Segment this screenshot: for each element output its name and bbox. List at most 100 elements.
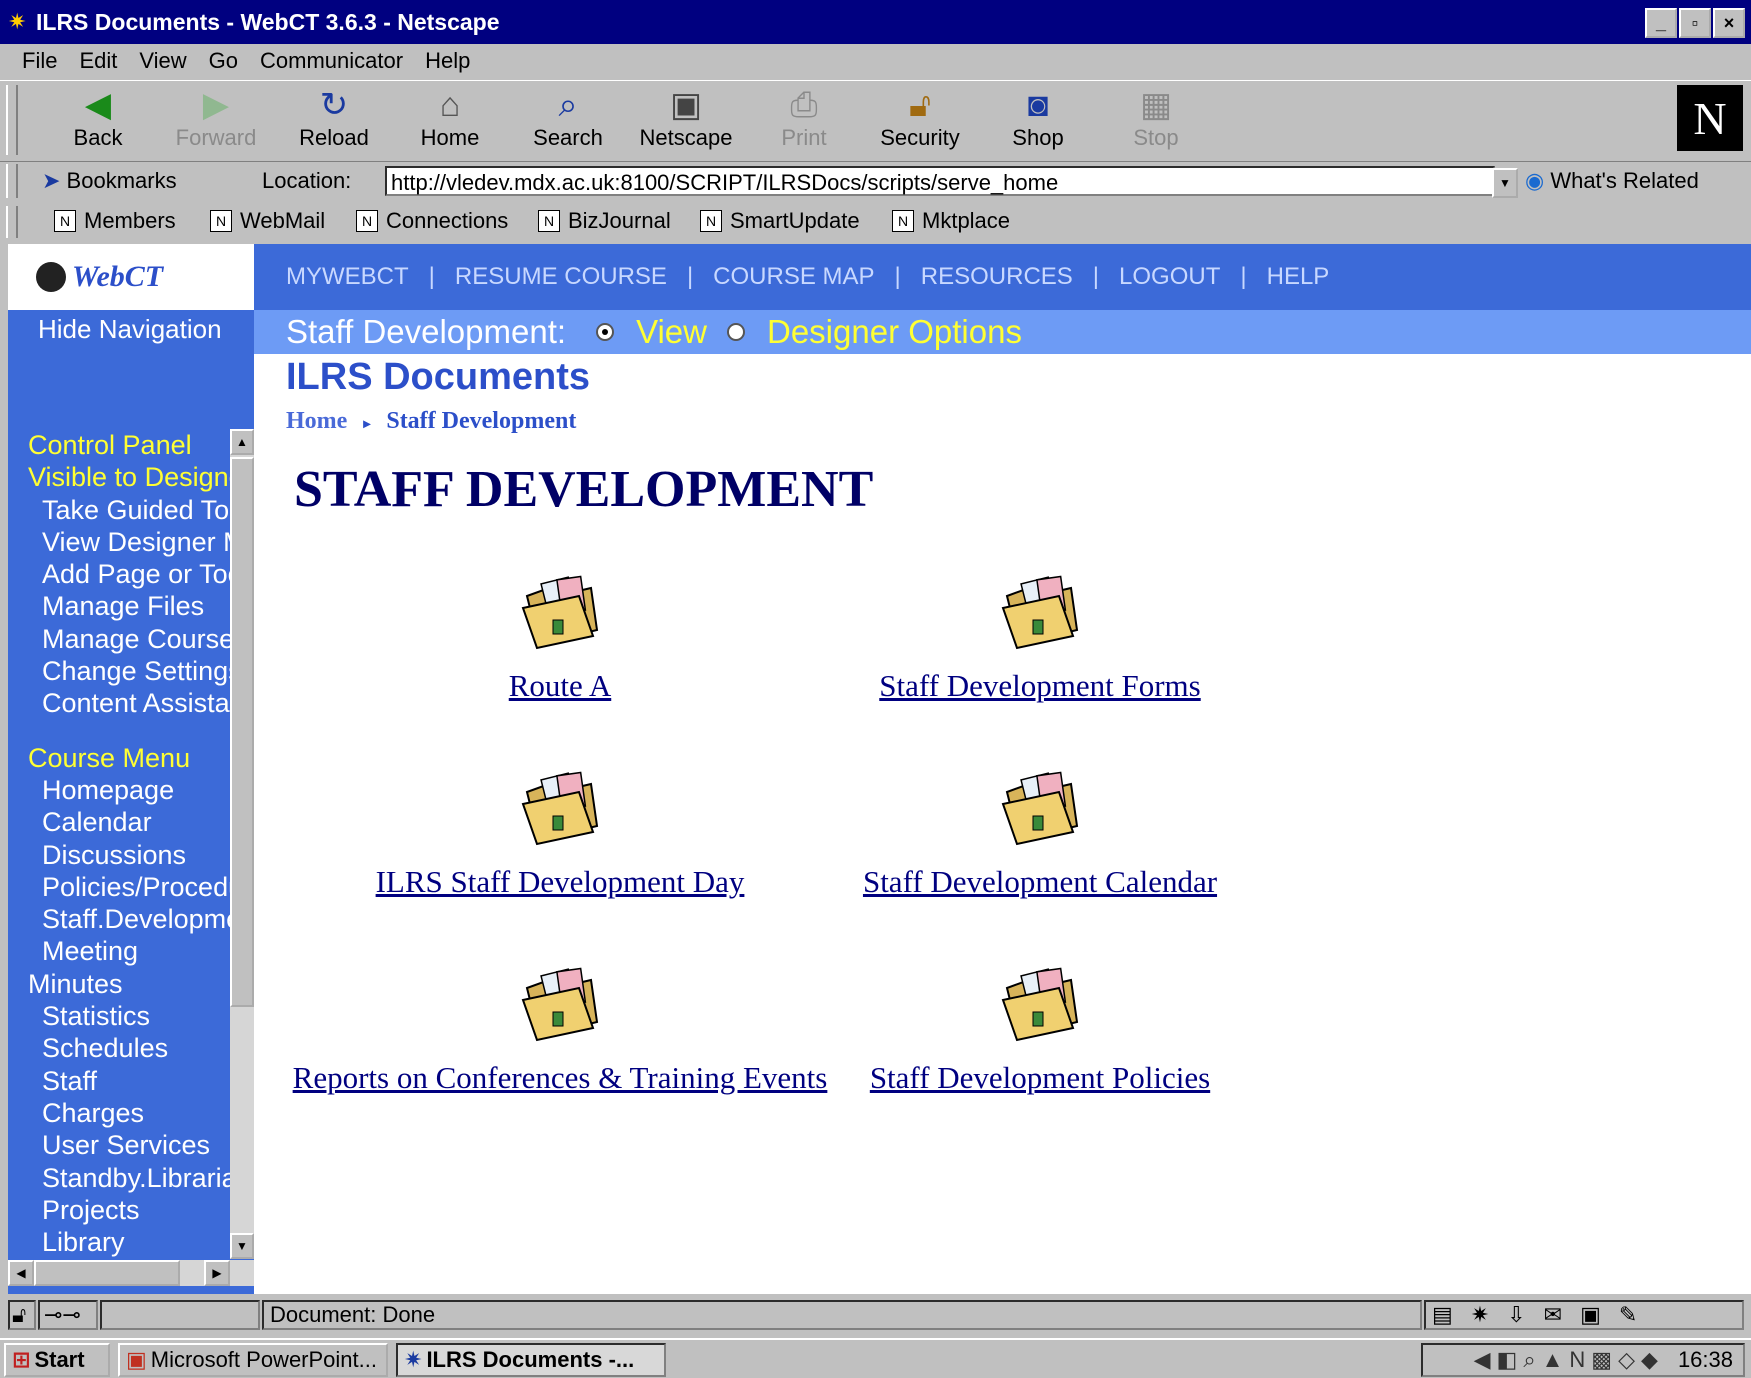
menu-go[interactable]: Go bbox=[209, 48, 238, 74]
folder-icon[interactable] bbox=[519, 574, 601, 650]
bookmark-connections[interactable]: N Connections bbox=[356, 208, 508, 234]
view-radio[interactable] bbox=[596, 323, 615, 341]
menu-view[interactable]: View bbox=[139, 48, 186, 74]
nav-manage-course[interactable]: Manage Course bbox=[8, 623, 230, 655]
search-button[interactable]: ⌕ Search bbox=[518, 85, 618, 151]
nav-discussions[interactable]: Discussions bbox=[8, 839, 230, 871]
nav-staff[interactable]: Staff bbox=[8, 1065, 230, 1097]
scroll-up-arrow-icon[interactable]: ▲ bbox=[230, 429, 254, 455]
taskbar-powerpoint[interactable]: ▣ Microsoft PowerPoint... bbox=[118, 1343, 388, 1377]
webct-logo[interactable]: WebCT bbox=[8, 244, 254, 310]
bookmark-webmail[interactable]: N WebMail bbox=[210, 208, 325, 234]
nav-calendar[interactable]: Calendar bbox=[8, 806, 230, 838]
nav-view-designer-map[interactable]: View Designer Map bbox=[8, 526, 230, 558]
stop-button[interactable]: ▦ Stop bbox=[1106, 85, 1206, 151]
nav-help[interactable]: HELP bbox=[1267, 263, 1330, 291]
back-button[interactable]: ◀ Back bbox=[48, 85, 148, 151]
scroll-down-arrow-icon[interactable]: ▼ bbox=[230, 1233, 254, 1259]
hide-navigation-link[interactable]: Hide Navigation bbox=[38, 314, 222, 345]
nav-content-assistant[interactable]: Content Assistant bbox=[8, 687, 230, 719]
sidebar-scroll-thumb[interactable] bbox=[230, 457, 254, 1007]
security-button[interactable]: 🔓︎ Security bbox=[870, 85, 970, 151]
folder-icon[interactable] bbox=[519, 966, 601, 1042]
taskbar-ilrs-documents[interactable]: ✷ ILRS Documents -... bbox=[396, 1343, 666, 1377]
folder-icon[interactable] bbox=[519, 770, 601, 846]
menu-file[interactable]: File bbox=[22, 48, 57, 74]
folder-icon[interactable] bbox=[999, 966, 1081, 1042]
menu-help[interactable]: Help bbox=[425, 48, 470, 74]
breadcrumb-home[interactable]: Home bbox=[286, 408, 347, 434]
nav-user-services[interactable]: User Services bbox=[8, 1129, 230, 1161]
nav-projects[interactable]: Projects bbox=[8, 1194, 230, 1226]
print-button[interactable]: ⎙ Print bbox=[754, 85, 854, 151]
nav-schedules[interactable]: Schedules bbox=[8, 1032, 230, 1064]
link-staff-development-forms[interactable]: Staff Development Forms bbox=[879, 668, 1200, 704]
nav-manage-files[interactable]: Manage Files bbox=[8, 590, 230, 622]
nav-resources[interactable]: RESOURCES bbox=[921, 263, 1073, 291]
control-panel-header[interactable]: Control Panel bbox=[8, 429, 230, 461]
nav-charges[interactable]: Charges bbox=[8, 1097, 230, 1129]
maximize-button[interactable]: ▫ bbox=[1679, 8, 1711, 38]
toolbar-grip[interactable] bbox=[6, 85, 18, 155]
bookmarks-button[interactable]: ➤ Bookmarks bbox=[42, 168, 177, 194]
shop-button[interactable]: ◙ Shop bbox=[988, 85, 1088, 151]
nav-minutes[interactable]: Minutes bbox=[8, 968, 230, 1000]
url-field[interactable]: http://vledev.mdx.ac.uk:8100/SCRIPT/ILRS… bbox=[385, 166, 1495, 196]
nav-standby-librarians[interactable]: Standby.Librarians bbox=[8, 1162, 230, 1194]
menu-communicator[interactable]: Communicator bbox=[260, 48, 403, 74]
bookmark-members[interactable]: N Members bbox=[54, 208, 176, 234]
link-staff-development-calendar[interactable]: Staff Development Calendar bbox=[863, 864, 1217, 900]
nav-meeting[interactable]: Meeting bbox=[8, 935, 230, 967]
sidebar-horizontal-scrollbar[interactable]: ◀ ▶ bbox=[8, 1260, 254, 1286]
forward-label: Forward bbox=[175, 125, 257, 150]
url-dropdown-icon[interactable]: ▼ bbox=[1492, 168, 1518, 198]
start-button[interactable]: ⊞ Start bbox=[4, 1343, 110, 1377]
designer-options-label[interactable]: Designer Options bbox=[767, 313, 1022, 351]
nav-staff-development[interactable]: Staff.Development bbox=[8, 903, 230, 935]
forward-button[interactable]: ▶ Forward bbox=[166, 85, 266, 151]
nav-resume-course[interactable]: RESUME COURSE bbox=[455, 263, 667, 291]
bookmark-page-icon: N bbox=[538, 210, 560, 232]
nav-add-page-or-tool[interactable]: Add Page or Tool bbox=[8, 558, 230, 590]
reload-button[interactable]: ↻ Reload bbox=[284, 85, 384, 151]
view-option-label[interactable]: View bbox=[636, 313, 707, 351]
nav-change-settings[interactable]: Change Settings bbox=[8, 655, 230, 687]
nav-course-map[interactable]: COURSE MAP bbox=[713, 263, 874, 291]
scroll-left-arrow-icon[interactable]: ◀ bbox=[8, 1260, 34, 1286]
nav-take-guided-tour[interactable]: Take Guided Tour bbox=[8, 494, 230, 526]
link-ilrs-staff-development-day[interactable]: ILRS Staff Development Day bbox=[376, 864, 745, 900]
home-button[interactable]: ⌂ Home bbox=[400, 85, 500, 151]
menu-edit[interactable]: Edit bbox=[79, 48, 117, 74]
bookmark-bizjournal[interactable]: N BizJournal bbox=[538, 208, 671, 234]
nav-mywebct[interactable]: MYWEBCT bbox=[286, 263, 409, 291]
nav-policies-procedures[interactable]: Policies/Procedures bbox=[8, 871, 230, 903]
nav-logout[interactable]: LOGOUT bbox=[1119, 263, 1220, 291]
folder-icon[interactable] bbox=[999, 770, 1081, 846]
nav-homepage[interactable]: Homepage bbox=[8, 774, 230, 806]
netscape-logo[interactable]: N bbox=[1677, 85, 1743, 151]
security-lock-icon[interactable]: 🔓︎ bbox=[8, 1300, 36, 1330]
whats-related-button[interactable]: ◉ What's Related bbox=[1525, 168, 1699, 194]
sidebar-hscroll-thumb[interactable] bbox=[34, 1260, 180, 1286]
location-grip[interactable] bbox=[6, 164, 18, 198]
link-route-a[interactable]: Route A bbox=[509, 668, 611, 704]
nav-library[interactable]: Library bbox=[8, 1226, 230, 1258]
tray-icons[interactable]: ◀◧⌕▲N▩◇◆ bbox=[1474, 1347, 1664, 1373]
my-netscape-button[interactable]: ▣ Netscape bbox=[636, 85, 736, 151]
nav-separator: | bbox=[428, 263, 435, 290]
home-icon: ⌂ bbox=[439, 86, 461, 124]
component-bar[interactable]: ▤✷⇩✉▣✎ bbox=[1424, 1300, 1744, 1330]
folder-icon[interactable] bbox=[999, 574, 1081, 650]
nav-statistics[interactable]: Statistics bbox=[8, 1000, 230, 1032]
close-button[interactable]: × bbox=[1713, 8, 1745, 38]
bookmark-page-icon: N bbox=[356, 210, 378, 232]
personal-grip[interactable] bbox=[6, 206, 18, 238]
sidebar-vertical-scrollbar[interactable]: ▲ ▼ bbox=[230, 429, 254, 1259]
webct-logo-text: WebCT bbox=[72, 260, 164, 293]
link-staff-development-policies[interactable]: Staff Development Policies bbox=[870, 1060, 1210, 1096]
scroll-right-arrow-icon[interactable]: ▶ bbox=[204, 1260, 230, 1286]
bookmark-mktplace[interactable]: N Mktplace bbox=[892, 208, 1010, 234]
bookmark-smartupdate[interactable]: N SmartUpdate bbox=[700, 208, 860, 234]
designer-options-radio[interactable] bbox=[727, 323, 745, 341]
minimize-button[interactable]: _ bbox=[1645, 8, 1677, 38]
